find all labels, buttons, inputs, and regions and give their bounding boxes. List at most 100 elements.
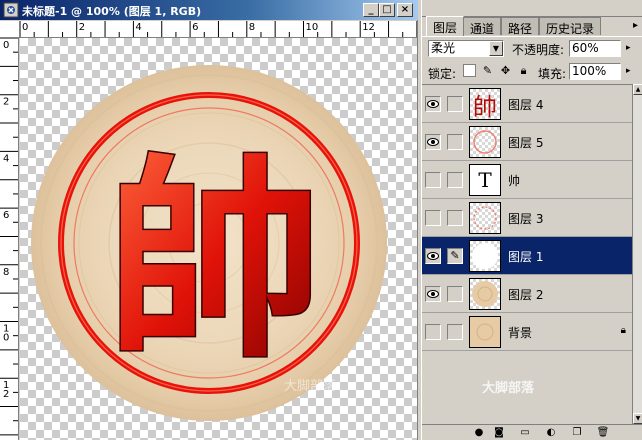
horizontal-ruler-ticks: 0 2 4 6 8 10 12 <box>20 21 417 37</box>
ruler-label: 12 <box>362 22 375 33</box>
document-window: 未标题-1 @ 100% (图层 1, RGB) _ □ × 0 2 4 6 8 10 12… <box>0 0 418 440</box>
scroll-down-icon[interactable]: ▼ <box>633 413 642 424</box>
ruler-label: 0 <box>22 22 28 33</box>
layer-name[interactable]: 图层 1 <box>508 248 543 265</box>
layer-name[interactable]: 图层 2 <box>508 286 543 303</box>
link-toggle[interactable] <box>447 286 463 302</box>
ruler-label: 10 <box>306 22 319 33</box>
eye-icon <box>427 138 439 146</box>
ruler-label: 0 <box>3 333 9 344</box>
link-toggle[interactable] <box>447 96 463 112</box>
link-toggle[interactable] <box>447 324 463 340</box>
tab-paths[interactable]: 路径 <box>501 17 540 36</box>
tab-layers[interactable]: 图层 <box>426 16 465 36</box>
document-canvas[interactable]: 帥 大脚部落 <box>20 38 417 440</box>
panel-watermark: 大脚部落 <box>482 381 535 396</box>
thumb-dotted-ring <box>473 206 497 230</box>
layer-row[interactable]: 图层 5 <box>422 123 632 161</box>
visibility-toggle[interactable] <box>425 172 441 188</box>
chevron-down-icon[interactable]: ▼ <box>489 41 503 56</box>
layer-name[interactable]: 图层 3 <box>508 210 543 227</box>
brush-icon[interactable]: ✎ <box>447 248 463 264</box>
ruler-label: 6 <box>192 22 198 33</box>
ruler-label: 4 <box>3 153 9 164</box>
blend-mode-select[interactable]: 柔光 ▼ <box>428 40 504 57</box>
chess-piece-artwork: 帥 大脚部落 <box>31 65 387 421</box>
layer-name[interactable]: 帅 <box>508 172 520 189</box>
watermark-text: 大脚部落 <box>284 378 336 394</box>
ruler-label: 8 <box>3 267 9 278</box>
layers-panel: 图层 通道 路径 历史记录 ▸ 柔光 ▼ 不透明度: 60% ▸ 锁定: ✎ ✥… <box>421 0 642 440</box>
adjustment-layer-icon[interactable]: ◐ <box>544 427 558 439</box>
fill-input[interactable]: 100% <box>569 63 621 80</box>
window-title: 未标题-1 @ 100% (图层 1, RGB) <box>22 5 202 18</box>
close-button[interactable]: × <box>397 3 413 17</box>
ruler-origin[interactable] <box>0 21 20 38</box>
link-toggle[interactable] <box>447 210 463 226</box>
panel-header[interactable] <box>422 0 642 17</box>
visibility-toggle[interactable] <box>425 96 441 112</box>
layers-scrollbar[interactable]: ▲ ▼ <box>632 84 642 424</box>
add-mask-icon[interactable]: ◙ <box>492 427 506 439</box>
blend-mode-value: 柔光 <box>431 41 456 55</box>
scroll-up-icon[interactable]: ▲ <box>633 84 642 95</box>
visibility-toggle[interactable] <box>425 286 441 302</box>
thumb-white-disk <box>472 243 498 269</box>
new-set-icon[interactable]: ▭ <box>518 427 532 439</box>
eye-icon <box>427 290 439 298</box>
tab-channels[interactable]: 通道 <box>463 17 502 36</box>
visibility-toggle[interactable] <box>425 324 441 340</box>
lock-brush-icon[interactable]: ✎ <box>481 64 494 77</box>
layers-bottom-toolbar: ● ◙ ▭ ◐ ❐ 🗑︎ <box>422 424 642 440</box>
opacity-slider-arrow-icon[interactable]: ▸ <box>626 43 631 53</box>
type-layer-icon: T <box>478 168 492 192</box>
horizontal-ruler[interactable]: 0 2 4 6 8 10 12 <box>20 21 417 38</box>
maximize-button[interactable]: □ <box>379 3 395 17</box>
vertical-ruler[interactable]: 024681012 <box>0 38 19 440</box>
layer-row[interactable]: T 帅 <box>422 161 632 199</box>
fill-label: 填充: <box>538 67 567 81</box>
visibility-toggle[interactable] <box>425 134 441 150</box>
eye-icon <box>427 252 439 260</box>
link-toggle[interactable] <box>447 172 463 188</box>
layer-thumbnail <box>469 126 501 158</box>
lock-move-icon[interactable]: ✥ <box>499 64 512 77</box>
title-bar[interactable]: 未标题-1 @ 100% (图层 1, RGB) _ □ × <box>0 0 418 20</box>
layer-style-icon[interactable]: ● <box>472 427 486 439</box>
lock-icon: 🔒︎ <box>620 325 626 336</box>
thumb-ring <box>473 130 497 154</box>
ruler-label: 4 <box>135 22 141 33</box>
ruler-label: 8 <box>249 22 255 33</box>
layer-thumbnail <box>469 278 501 310</box>
minimize-button[interactable]: _ <box>363 3 379 17</box>
layer-name[interactable]: 图层 4 <box>508 96 543 113</box>
opacity-input[interactable]: 60% <box>569 40 621 57</box>
new-layer-icon[interactable]: ❐ <box>570 427 584 439</box>
layer-row[interactable]: 背景 🔒︎ <box>422 313 632 351</box>
link-toggle[interactable] <box>447 134 463 150</box>
thumb-glyph: 帥 <box>473 93 497 120</box>
trash-icon[interactable]: 🗑︎ <box>596 427 610 439</box>
thumb-wood-disk <box>472 281 498 307</box>
lock-transparency-icon[interactable] <box>463 64 476 77</box>
lock-label: 锁定: <box>428 67 457 81</box>
tab-history[interactable]: 历史记录 <box>539 17 602 36</box>
photoshop-doc-icon <box>3 2 19 18</box>
layer-name[interactable]: 图层 5 <box>508 134 543 151</box>
visibility-toggle[interactable] <box>425 248 441 264</box>
layer-thumbnail <box>469 316 501 348</box>
layer-row-selected[interactable]: ✎ 图层 1 <box>422 237 632 275</box>
layer-row[interactable]: 图层 2 <box>422 275 632 313</box>
layer-thumbnail <box>469 240 501 272</box>
layer-name[interactable]: 背景 <box>508 324 532 341</box>
panel-menu-icon[interactable]: ▸ <box>633 20 638 31</box>
lock-all-icon[interactable]: 🔒︎ <box>517 64 530 77</box>
visibility-toggle[interactable] <box>425 210 441 226</box>
ruler-label: 0 <box>3 40 9 51</box>
layer-row[interactable]: 帥 图层 4 <box>422 85 632 123</box>
layer-row[interactable]: 图层 3 <box>422 199 632 237</box>
vertical-ruler-ticks: 024681012 <box>0 38 18 436</box>
ruler-label: 2 <box>3 389 9 400</box>
fill-slider-arrow-icon[interactable]: ▸ <box>626 66 631 76</box>
layer-options: 柔光 ▼ 不透明度: 60% ▸ 锁定: ✎ ✥ 🔒︎ 填充: 100% ▸ <box>422 36 642 86</box>
